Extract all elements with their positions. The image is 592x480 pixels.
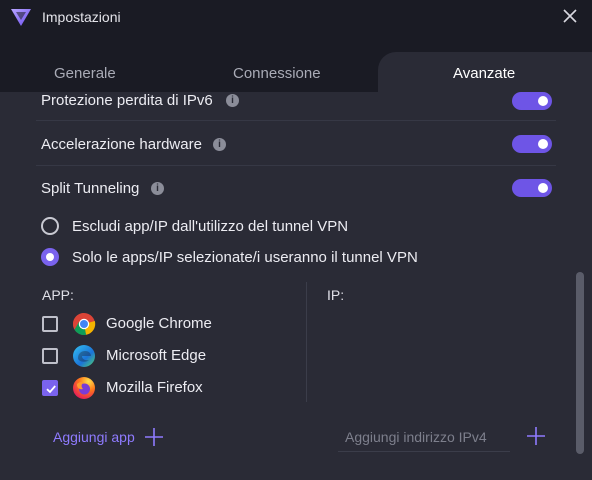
ipv6-leak-protection-toggle[interactable]: [512, 92, 552, 110]
toggle-knob: [538, 183, 548, 193]
advanced-settings-panel: Protezione perdita di IPv6 i Accelerazio…: [0, 92, 592, 480]
title-bar: Impostazioni: [0, 0, 592, 34]
firefox-checkbox[interactable]: [42, 380, 58, 396]
split-tunneling-toggle[interactable]: [512, 179, 552, 197]
tab-generale[interactable]: Generale: [54, 65, 116, 82]
firefox-icon: [73, 377, 95, 399]
exclude-apps-radio[interactable]: [41, 217, 59, 235]
exclude-apps-radio-label[interactable]: Escludi app/IP dall'utilizzo del tunnel …: [72, 218, 348, 235]
divider: [36, 165, 556, 166]
toggle-knob: [538, 96, 548, 106]
split-tunneling-label: Split Tunneling: [41, 180, 140, 197]
app-logo-icon: [11, 9, 31, 26]
chrome-checkbox[interactable]: [42, 316, 58, 332]
edge-icon: [73, 345, 95, 367]
add-app-button[interactable]: Aggiungi app: [53, 429, 135, 445]
chrome-app-name: Google Chrome: [106, 315, 212, 332]
add-ip-plus-icon[interactable]: [526, 426, 546, 446]
add-app-plus-icon[interactable]: [144, 427, 164, 447]
selected-apps-only-radio[interactable]: [41, 248, 59, 266]
edge-checkbox[interactable]: [42, 348, 58, 364]
toggle-knob: [538, 139, 548, 149]
tab-connessione[interactable]: Connessione: [233, 65, 321, 82]
column-divider: [306, 282, 307, 402]
tab-bar: Generale Connessione Avanzate: [0, 34, 592, 92]
ipv4-address-input[interactable]: [338, 422, 510, 452]
info-icon[interactable]: i: [151, 182, 164, 195]
checkmark-icon: [46, 385, 56, 394]
scrollbar-thumb[interactable]: [576, 272, 584, 454]
apps-column-label: APP:: [42, 287, 74, 303]
window-title: Impostazioni: [42, 9, 121, 25]
info-icon[interactable]: i: [226, 94, 239, 107]
ipv6-leak-protection-label: Protezione perdita di IPv6: [41, 92, 213, 109]
info-icon[interactable]: i: [213, 138, 226, 151]
ip-column-label: IP:: [327, 287, 345, 303]
hardware-acceleration-toggle[interactable]: [512, 135, 552, 153]
selected-apps-only-radio-label[interactable]: Solo le apps/IP selezionate/i useranno i…: [72, 249, 418, 266]
divider: [36, 120, 556, 121]
edge-app-name: Microsoft Edge: [106, 347, 207, 364]
chrome-icon: [73, 313, 96, 335]
close-icon[interactable]: [560, 6, 580, 26]
hardware-acceleration-label: Accelerazione hardware: [41, 136, 202, 153]
firefox-app-name: Mozilla Firefox: [106, 379, 203, 396]
tab-avanzate[interactable]: Avanzate: [453, 65, 515, 82]
